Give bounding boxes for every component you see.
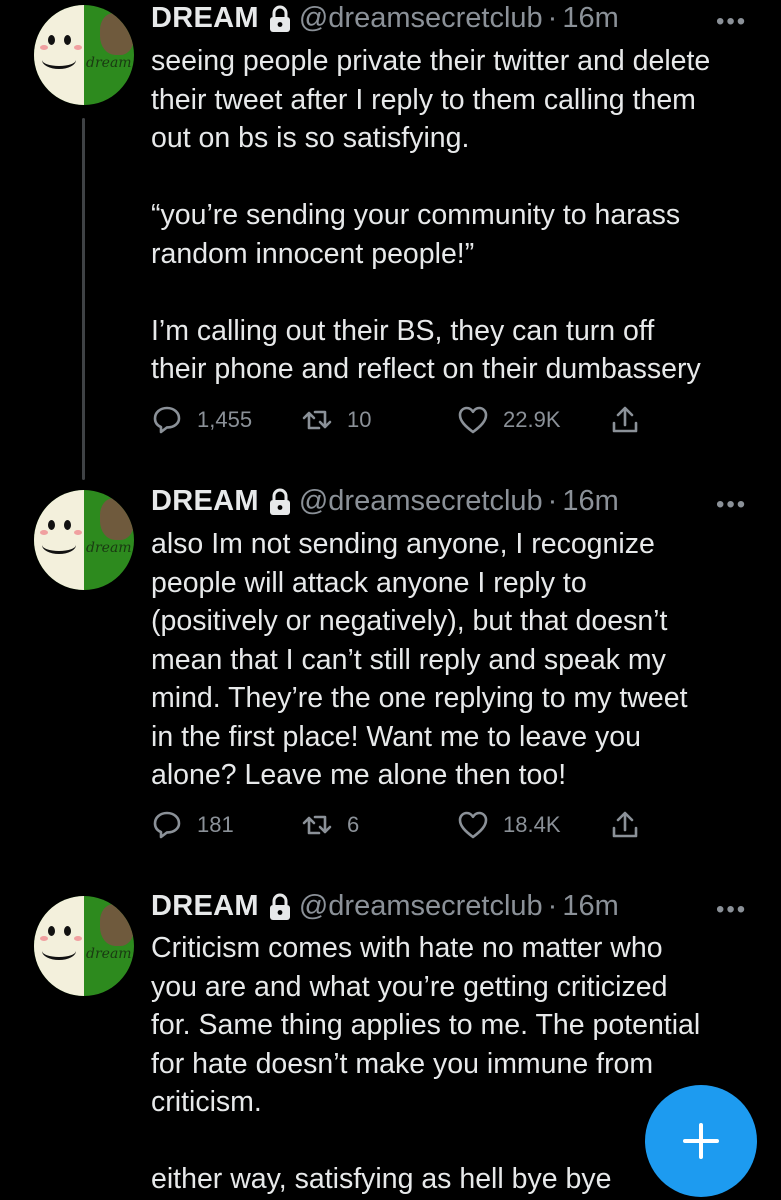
plus-icon (683, 1123, 719, 1159)
timestamp[interactable]: 16m (562, 2, 618, 35)
tweet-text-line: you are and what you’re getting criticiz… (151, 970, 668, 1003)
tweet-actions: 181 6 18.4K (151, 809, 671, 843)
user-handle[interactable]: @dreamsecretclub (299, 2, 543, 35)
separator-dot: · (547, 485, 558, 517)
retweet-count: 6 (347, 812, 360, 837)
tweet-text-line: mind. They’re the one replying to my twe… (151, 682, 688, 714)
tweet-text-line: Criticism comes with hate no matter who (151, 932, 663, 964)
retweet-button[interactable]: 6 (301, 809, 359, 841)
compose-tweet-button[interactable] (645, 1085, 757, 1197)
share-icon (612, 811, 638, 838)
separator-dot: · (547, 890, 558, 922)
reply-count: 181 (197, 812, 234, 837)
tweet-text-line: also Im not sending anyone, I recognize (151, 528, 655, 560)
like-button[interactable]: 22.9K (457, 404, 561, 436)
display-name[interactable]: DREAM (151, 485, 259, 518)
avatar-label: dream (86, 55, 132, 71)
tweet-text-line: I’m calling out their BS, they can turn … (151, 314, 655, 347)
thread-connector-line (82, 118, 85, 480)
heart-icon (458, 811, 488, 839)
retweet-button[interactable]: 10 (301, 404, 371, 436)
avatar-label: dream (86, 540, 132, 556)
retweet-icon (302, 815, 332, 835)
tweet-text-line: for. Same thing applies to me. The poten… (151, 1009, 701, 1041)
display-name[interactable]: DREAM (151, 2, 259, 35)
reply-icon (153, 406, 181, 434)
tweet-text: seeing people private their twitter and … (151, 42, 761, 389)
tweet-text-line: for hate doesn’t make you immune from (151, 1047, 654, 1080)
tweet-header: DREAM @dreamsecretclub · 16m (151, 2, 619, 35)
lock-icon (267, 893, 293, 921)
reply-count: 1,455 (197, 407, 253, 432)
tweet-text-line (151, 158, 761, 197)
more-options-icon[interactable]: ••• (716, 491, 747, 519)
tweet-text-line: alone? Leave me alone then too! (151, 759, 567, 791)
retweet-count: 10 (347, 407, 372, 432)
share-button[interactable] (609, 404, 641, 436)
separator-dot: · (547, 2, 558, 34)
lock-icon (267, 5, 293, 33)
tweet-text: also Im not sending anyone, I recognize … (151, 525, 761, 795)
heart-icon (458, 406, 488, 434)
lock-icon (267, 488, 293, 516)
tweet-text-line: people will attack anyone I reply to (151, 566, 587, 599)
like-count: 22.9K (503, 407, 561, 432)
user-handle[interactable]: @dreamsecretclub (299, 890, 543, 923)
tweet-text-line: seeing people private their twitter and … (151, 45, 711, 77)
tweet-text-line: their tweet after I reply to them callin… (151, 83, 696, 116)
tweet-text-line: random innocent people!” (151, 237, 475, 270)
tweet-header: DREAM @dreamsecretclub · 16m (151, 890, 619, 923)
user-handle[interactable]: @dreamsecretclub (299, 485, 543, 518)
tweet-text-line: their phone and reflect on their dumbass… (151, 353, 701, 385)
timestamp[interactable]: 16m (562, 890, 618, 923)
tweet-text-line: in the first place! Want me to leave you (151, 720, 642, 753)
reply-button[interactable]: 181 (151, 809, 234, 841)
avatar[interactable]: dream (34, 490, 134, 590)
reply-icon (153, 811, 181, 839)
tweet-header: DREAM @dreamsecretclub · 16m (151, 485, 619, 518)
display-name[interactable]: DREAM (151, 890, 259, 923)
like-count: 18.4K (503, 812, 561, 837)
avatar-label: dream (86, 946, 132, 962)
avatar[interactable]: dream (34, 5, 134, 105)
share-icon (612, 406, 638, 433)
tweet-text-line: out on bs is so satisfying. (151, 122, 470, 154)
tweet-text-line: “you’re sending your community to harass (151, 199, 681, 231)
tweet-actions: 1,455 10 22.9K (151, 404, 671, 438)
tweet-text-line: (positively or negatively), but that doe… (151, 605, 668, 637)
tweet-text-line (151, 273, 761, 312)
tweet-text-line: mean that I can’t still reply and speak … (151, 643, 666, 676)
like-button[interactable]: 18.4K (457, 809, 561, 841)
retweet-icon (302, 410, 332, 430)
reply-button[interactable]: 1,455 (151, 404, 252, 436)
avatar[interactable]: dream (34, 896, 134, 996)
share-button[interactable] (609, 809, 641, 841)
more-options-icon[interactable]: ••• (716, 896, 747, 924)
timestamp[interactable]: 16m (562, 485, 618, 518)
more-options-icon[interactable]: ••• (716, 8, 747, 36)
